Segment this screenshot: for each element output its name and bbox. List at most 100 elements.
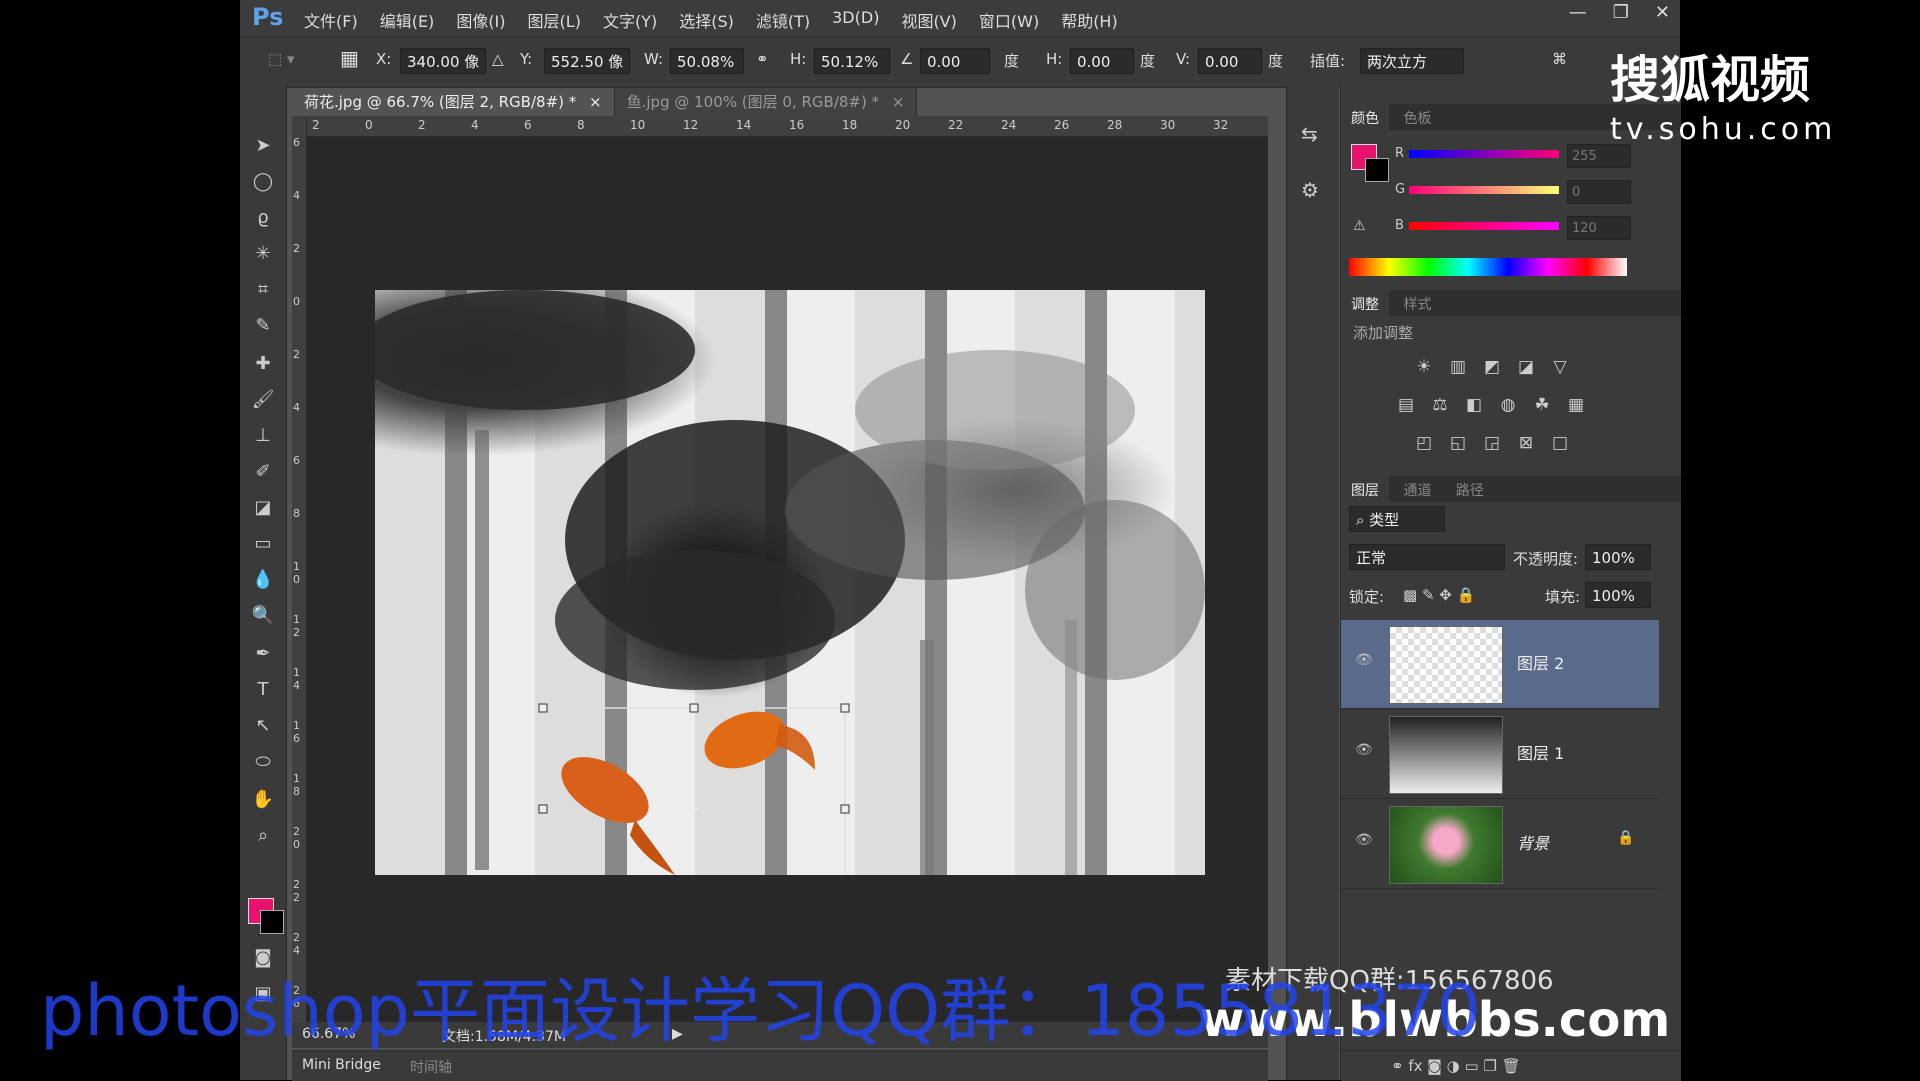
gradient-map-icon[interactable]: ⊠ <box>1513 430 1539 456</box>
status-arrow-icon[interactable]: ▶ <box>672 1026 683 1042</box>
zoom-level[interactable]: 66.67% <box>302 1026 355 1042</box>
channel-mixer-icon[interactable]: ☘ <box>1529 392 1555 418</box>
black-white-icon[interactable]: ◧ <box>1461 392 1487 418</box>
layer-2-name[interactable]: 图层 2 <box>1517 650 1564 674</box>
tab-mini-bridge[interactable]: Mini Bridge <box>302 1057 381 1073</box>
type-tool-icon[interactable]: T <box>248 674 278 704</box>
y-field[interactable]: 552.50 像 <box>544 48 630 74</box>
background-layer-name[interactable]: 背景 <box>1517 830 1549 854</box>
curves-icon[interactable]: ◩ <box>1479 354 1505 380</box>
tab-layers[interactable]: 图层 <box>1341 476 1389 504</box>
background-color-swatch[interactable] <box>260 910 284 934</box>
r-value[interactable]: 255 <box>1567 144 1631 168</box>
color-balance-icon[interactable]: ⚖ <box>1427 392 1453 418</box>
vibrance-icon[interactable]: ▽ <box>1547 354 1573 380</box>
delta-icon[interactable]: △ <box>492 50 504 68</box>
vskew-field[interactable]: 0.00 <box>1198 48 1262 74</box>
document-image[interactable]: ✛ <box>375 290 1205 875</box>
brightness-icon[interactable]: ☀ <box>1411 354 1437 380</box>
marquee-tool-icon[interactable]: ◯ <box>248 166 278 196</box>
selective-color-icon[interactable]: □ <box>1547 430 1573 456</box>
color-spectrum[interactable] <box>1349 258 1627 276</box>
b-slider[interactable] <box>1409 222 1559 230</box>
x-field[interactable]: 340.00 像 <box>400 48 486 74</box>
menu-3d[interactable]: 3D(D) <box>832 8 879 32</box>
menu-help[interactable]: 帮助(H) <box>1061 8 1118 32</box>
layer-row-1[interactable]: 👁 图层 1 <box>1341 710 1659 799</box>
exposure-icon[interactable]: ◪ <box>1513 354 1539 380</box>
gamut-warning-icon[interactable]: ⚠ <box>1353 218 1366 234</box>
healing-brush-icon[interactable]: ✚ <box>248 348 278 378</box>
magic-wand-icon[interactable]: ✳ <box>248 238 278 268</box>
restore-button[interactable]: ❐ <box>1613 2 1629 23</box>
interp-select[interactable]: 两次立方 <box>1360 48 1464 74</box>
visibility-eye-icon[interactable]: 👁 <box>1355 652 1373 668</box>
ellipse-tool-icon[interactable]: ⬭ <box>248 746 278 776</box>
visibility-eye-icon[interactable]: 👁 <box>1355 832 1373 848</box>
menu-filter[interactable]: 滤镜(T) <box>756 8 810 32</box>
brush-tool-icon[interactable]: 🖌 <box>248 384 278 414</box>
b-value[interactable]: 120 <box>1567 216 1631 240</box>
g-value[interactable]: 0 <box>1567 180 1631 204</box>
photo-filter-icon[interactable]: ◍ <box>1495 392 1521 418</box>
hand-tool-icon[interactable]: ✋ <box>248 784 278 814</box>
screen-mode-icon[interactable]: ▣ <box>248 978 278 1008</box>
path-select-icon[interactable]: ↖ <box>248 710 278 740</box>
tab-styles[interactable]: 样式 <box>1393 290 1441 318</box>
layer-1-name[interactable]: 图层 1 <box>1517 740 1564 764</box>
tab-fish[interactable]: 鱼.jpg @ 100% (图层 0, RGB/8#) * × <box>614 88 918 116</box>
transform-bounding-box[interactable]: ✛ <box>375 290 1205 875</box>
color-lookup-icon[interactable]: ▦ <box>1563 392 1589 418</box>
menu-type[interactable]: 文字(Y) <box>603 8 657 32</box>
h-field[interactable]: 50.12% <box>814 48 890 74</box>
tab-adjustments[interactable]: 调整 <box>1341 290 1389 318</box>
tab-color[interactable]: 颜色 <box>1341 104 1389 132</box>
menu-edit[interactable]: 编辑(E) <box>380 8 435 32</box>
levels-icon[interactable]: ▥ <box>1445 354 1471 380</box>
properties-panel-icon[interactable]: ⚙ <box>1301 178 1319 202</box>
angle-field[interactable]: 0.00 <box>920 48 990 74</box>
lock-icons[interactable]: ▩ ✎ ✥ 🔒 <box>1403 586 1475 604</box>
tab-swatches[interactable]: 色板 <box>1393 104 1441 132</box>
tab-channels[interactable]: 通道 <box>1393 476 1441 504</box>
tab-paths[interactable]: 路径 <box>1446 476 1494 504</box>
link-icon[interactable]: ⚭ <box>756 50 769 68</box>
dodge-tool-icon[interactable]: 🔍 <box>248 600 278 630</box>
history-panel-icon[interactable]: ⇆ <box>1301 122 1318 146</box>
history-brush-icon[interactable]: ✐ <box>248 456 278 486</box>
menu-window[interactable]: 窗口(W) <box>979 8 1039 32</box>
visibility-eye-icon[interactable]: 👁 <box>1355 742 1373 758</box>
gradient-tool-icon[interactable]: ▭ <box>248 528 278 558</box>
move-tool-icon[interactable]: ➤ <box>248 130 278 160</box>
layer-row-background[interactable]: 👁 背景 🔒 <box>1341 800 1659 889</box>
tab-lotus[interactable]: 荷花.jpg @ 66.7% (图层 2, RGB/8#) * × <box>292 88 615 116</box>
close-button[interactable]: ✕ <box>1655 2 1670 23</box>
fill-field[interactable]: 100% <box>1585 582 1651 608</box>
menu-layer[interactable]: 图层(L) <box>528 8 581 32</box>
tab-timeline[interactable]: 时间轴 <box>410 1057 452 1077</box>
opacity-field[interactable]: 100% <box>1585 544 1651 570</box>
menu-image[interactable]: 图像(I) <box>456 8 505 32</box>
lasso-tool-icon[interactable]: ϱ <box>248 202 278 232</box>
color-bg-swatch[interactable] <box>1365 158 1389 182</box>
stamp-tool-icon[interactable]: ⊥ <box>248 420 278 450</box>
g-slider[interactable] <box>1409 186 1559 194</box>
transform-tool-icon[interactable]: ⬚ ▾ <box>268 50 294 68</box>
invert-icon[interactable]: ◰ <box>1411 430 1437 456</box>
tab-lotus-close[interactable]: × <box>589 93 602 111</box>
blend-mode-select[interactable]: 正常 <box>1349 544 1505 570</box>
r-slider[interactable] <box>1409 150 1559 158</box>
menu-file[interactable]: 文件(F) <box>304 8 358 32</box>
blur-tool-icon[interactable]: 💧 <box>248 564 278 594</box>
hue-sat-icon[interactable]: ▤ <box>1393 392 1419 418</box>
eyedropper-icon[interactable]: ✎ <box>248 310 278 340</box>
warp-icon[interactable]: ⌘ <box>1552 50 1567 68</box>
w-field[interactable]: 50.08% <box>670 48 744 74</box>
reference-point-icon[interactable]: ▦ <box>340 46 359 70</box>
zoom-tool-icon[interactable]: ⌕ <box>248 820 278 850</box>
menu-view[interactable]: 视图(V) <box>901 8 956 32</box>
hskew-field[interactable]: 0.00 <box>1070 48 1134 74</box>
layer-row-2[interactable]: 👁 图层 2 <box>1341 620 1659 709</box>
minimize-button[interactable]: — <box>1569 2 1587 23</box>
pen-tool-icon[interactable]: ✒ <box>248 638 278 668</box>
